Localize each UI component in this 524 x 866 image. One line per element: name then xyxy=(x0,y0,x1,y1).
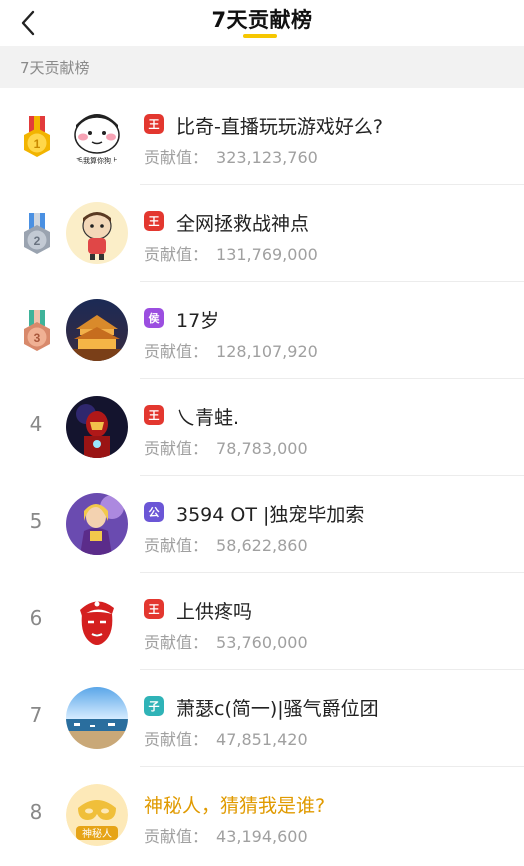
avatar[interactable]: 毛我算你狗上 xyxy=(66,105,128,167)
avatar[interactable] xyxy=(66,493,128,555)
rank-badge: 王 xyxy=(144,599,164,619)
leaderboard-row[interactable]: 7 子 萧瑟c(简一)|骚气爵位团 贡献值： 47,851,420 xyxy=(0,670,524,767)
contribution: 贡献值： 323,123,760 xyxy=(144,144,318,168)
contribution: 贡献值： 78,783,000 xyxy=(144,435,308,459)
rank-number: 7 xyxy=(29,703,43,727)
section-header: 7天贡献榜 xyxy=(0,46,524,88)
user-name: 比奇-直播玩玩游戏好么? xyxy=(176,116,383,138)
avatar[interactable] xyxy=(66,202,128,264)
user-name: 神秘人，猜猜我是谁? xyxy=(144,795,326,817)
page-title: 7天贡献榜 xyxy=(211,8,313,32)
user-name: 萧瑟c(简一)|骚气爵位团 xyxy=(176,698,379,720)
avatar-caption: 毛我算你狗上 xyxy=(76,156,118,165)
leaderboard-row[interactable]: 1 毛我算你狗上 王 比奇-直播玩玩游戏好么? 贡献值： 323,123,760 xyxy=(0,88,524,185)
contribution: 贡献值： 53,760,000 xyxy=(144,629,308,653)
contribution-label: 贡献值： xyxy=(144,730,209,749)
svg-text:3: 3 xyxy=(34,331,41,345)
contribution: 贡献值： 128,107,920 xyxy=(144,338,318,362)
avatar[interactable] xyxy=(66,396,128,458)
rank-badge: 王 xyxy=(144,114,164,134)
leaderboard-row[interactable]: 6 王 上供疼吗 贡献值： 53,760,000 xyxy=(0,573,524,670)
bronze-medal-icon: 3 xyxy=(24,310,50,351)
header: 7天贡献榜 xyxy=(0,0,524,46)
user-name: 3594 OT |独宠毕加索 xyxy=(176,504,365,526)
mystery-avatar[interactable]: 神秘人 xyxy=(66,784,128,846)
svg-text:2: 2 xyxy=(34,234,41,248)
user-name: 乀青蛙. xyxy=(176,407,240,429)
leaderboard-list: 1 毛我算你狗上 王 比奇-直播玩玩游戏好么? 贡献值： 323,123,760 xyxy=(0,88,524,864)
contribution: 贡献值： 58,622,860 xyxy=(144,532,308,556)
contribution-value: 43,194,600 xyxy=(216,827,308,846)
contribution-value: 323,123,760 xyxy=(216,148,318,167)
avatar[interactable] xyxy=(66,687,128,749)
gold-medal-icon: 1 xyxy=(24,116,50,157)
contribution-label: 贡献值： xyxy=(144,633,209,652)
contribution-value: 58,622,860 xyxy=(216,536,308,555)
contribution-label: 贡献值： xyxy=(144,827,209,846)
contribution-value: 128,107,920 xyxy=(216,342,318,361)
leaderboard-row[interactable]: 2 王 全网拯救战神点 贡献值： 131,769,000 xyxy=(0,185,524,282)
contribution-label: 贡献值： xyxy=(144,439,209,458)
leaderboard-row[interactable]: 4 王 乀青蛙. 贡献值： 78,783,000 xyxy=(0,379,524,476)
rank-number: 8 xyxy=(29,800,43,824)
avatar[interactable] xyxy=(66,590,128,652)
contribution-label: 贡献值： xyxy=(144,245,209,264)
rank-badge: 子 xyxy=(144,696,164,716)
section-label: 7天贡献榜 xyxy=(20,59,90,77)
contribution-label: 贡献值： xyxy=(144,342,209,361)
contribution-label: 贡献值： xyxy=(144,536,209,555)
svg-text:1: 1 xyxy=(34,137,41,151)
contribution-value: 131,769,000 xyxy=(216,245,318,264)
user-name: 全网拯救战神点 xyxy=(176,213,310,235)
contribution-value: 47,851,420 xyxy=(216,730,308,749)
contribution: 贡献值： 131,769,000 xyxy=(144,241,318,265)
rank-badge: 公 xyxy=(144,502,164,522)
rank-number: 6 xyxy=(29,606,43,630)
rank-number: 5 xyxy=(29,509,43,533)
rank-badge: 侯 xyxy=(144,308,164,328)
leaderboard-row[interactable]: 8 神秘人 神秘人，猜猜我是谁? 贡献值： 43,194,600 xyxy=(0,767,524,864)
rank-badge: 王 xyxy=(144,211,164,231)
contribution-value: 78,783,000 xyxy=(216,439,308,458)
avatar[interactable] xyxy=(66,299,128,361)
rank-badge: 王 xyxy=(144,405,164,425)
user-name: 上供疼吗 xyxy=(176,601,253,623)
rank-number: 4 xyxy=(29,412,43,436)
contribution: 贡献值： 47,851,420 xyxy=(144,726,308,750)
contribution-label: 贡献值： xyxy=(144,148,209,167)
silver-medal-icon: 2 xyxy=(24,213,50,254)
leaderboard-row[interactable]: 3 侯 17岁 贡献值： 128,107,920 xyxy=(0,282,524,379)
leaderboard-row[interactable]: 5 公 3594 OT |独宠毕加索 贡献值： 58,622,860 xyxy=(0,476,524,573)
title-underline xyxy=(243,34,277,38)
user-name: 17岁 xyxy=(176,310,220,332)
contribution: 贡献值： 43,194,600 xyxy=(144,823,308,847)
contribution-value: 53,760,000 xyxy=(216,633,308,652)
mystery-caption: 神秘人 xyxy=(82,827,112,840)
